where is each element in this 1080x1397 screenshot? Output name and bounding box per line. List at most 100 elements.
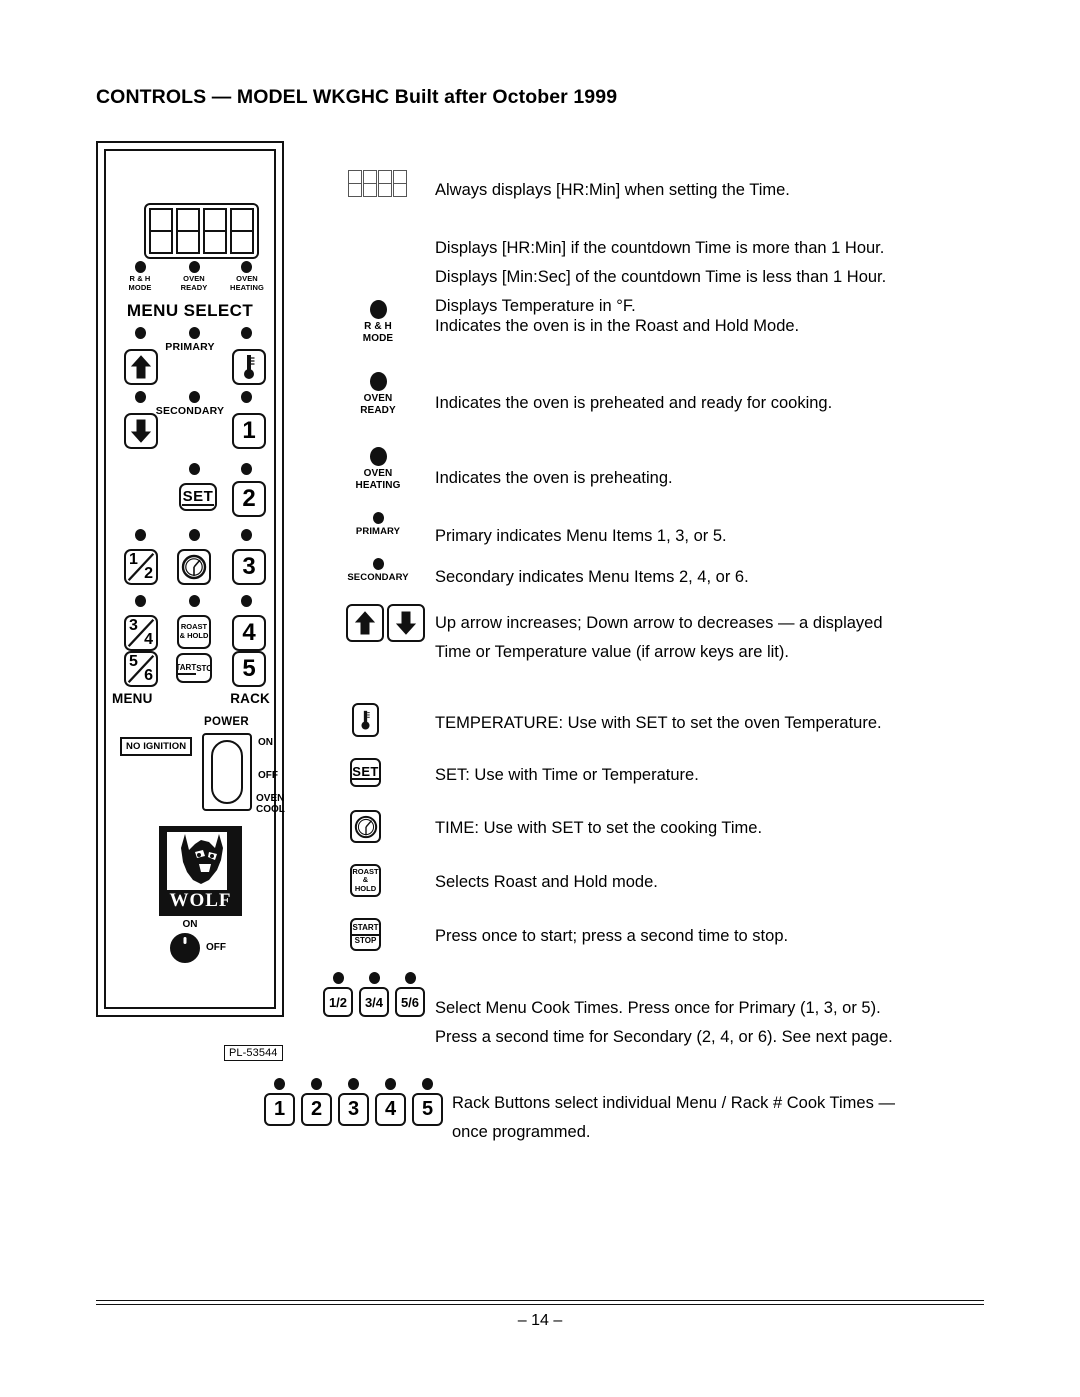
led-secondary [189,391,200,403]
up-arrow-icon [131,355,151,379]
legend-primary-caption: PRIMARY [355,526,401,537]
time-button[interactable] [350,810,381,843]
rack-button-5[interactable]: 5 [412,1093,443,1126]
label-r-h-mode: R & H MODE [128,274,152,292]
legend-oven-heating-text: Indicates the oven is preheating. [435,469,673,487]
part-number-tag: PL-53544 [224,1045,283,1061]
display-digit [203,208,227,254]
led-menu-12 [135,529,146,541]
label-oven-heating: OVEN HEATING [230,274,264,292]
led-temperature [241,327,252,339]
set-button-label: SET [352,764,379,780]
legend-time-text: TIME: Use with SET to set the cooking Ti… [435,819,763,837]
page-title: CONTROLS — MODEL WKGHC Built after Octob… [96,86,618,108]
time-button[interactable] [177,549,211,585]
clock-icon [181,554,207,580]
rack-button-4[interactable]: 4 [232,615,266,651]
thermometer-icon [361,710,370,730]
wolf-logo: WOLF [159,826,242,916]
rack-button-3[interactable]: 3 [338,1093,369,1126]
up-arrow-button[interactable] [124,349,158,385]
led-icon [372,558,384,570]
led-oven-ready [189,261,200,273]
menu-button-1-2[interactable]: 1/2 [323,987,353,1017]
led-icon [311,1078,322,1090]
led-up-arrow [135,327,146,339]
led-icon [368,972,380,984]
led-rack-4 [241,595,252,607]
display-digit [149,208,173,254]
down-arrow-button[interactable] [124,413,158,449]
rack-button-5[interactable]: 5 [232,651,266,687]
down-arrow-icon [396,611,416,635]
roast-hold-button[interactable]: ROAST & HOLD [350,864,381,897]
led-rack-2 [241,463,252,475]
led-icon [369,372,387,391]
page-number: – 14 – [517,1312,563,1329]
power-position-oven-cool: OVEN COOL [256,793,285,815]
led-icon [372,512,384,524]
control-knob[interactable] [170,933,200,963]
led-icon [422,1078,433,1090]
menu-button-5-6-bottom: 6 [144,667,153,684]
clock-icon [354,815,377,838]
menu-button-5-6[interactable]: 5 6 [124,651,158,687]
led-time [189,529,200,541]
led-set [189,463,200,475]
stop-label: STOP [354,935,377,945]
rack-button-2[interactable]: 2 [301,1093,332,1126]
set-button[interactable]: SET [179,483,217,511]
up-arrow-button[interactable] [346,604,384,642]
knob-label-on: ON [182,919,198,930]
menu-button-1-2[interactable]: 1 2 [124,549,158,585]
roast-hold-button[interactable]: ROAST & HOLD [177,615,211,649]
menu-button-5-6-top: 5 [129,653,138,670]
led-rack-1 [241,391,252,403]
legend-set-text: SET: Use with Time or Temperature. [435,766,699,784]
legend-primary-indicator: PRIMARY [346,512,410,538]
rack-button-4[interactable]: 4 [375,1093,406,1126]
temperature-button[interactable] [232,349,266,385]
rack-button-2[interactable]: 2 [232,481,266,517]
legend-rack-buttons-text: Rack Buttons select individual Menu / Ra… [452,1094,895,1141]
menu-button-3-4[interactable]: 3 4 [124,615,158,651]
control-panel-inner-frame: R & H MODE OVEN READY OVEN HEATING MENU … [104,149,285,1009]
menu-button-3-4[interactable]: 3/4 [359,987,389,1017]
label-oven-ready: OVEN READY [180,274,208,292]
control-panel-diagram: R & H MODE OVEN READY OVEN HEATING MENU … [96,141,285,1017]
rack-button-3[interactable]: 3 [232,549,266,585]
wolf-head-icon [181,834,223,884]
legend-oven-ready-caption: OVEN READY [360,393,396,416]
legend-secondary-indicator: SECONDARY [342,558,414,584]
legend-display-icon [348,170,407,197]
start-stop-button[interactable]: START STOP [350,918,381,951]
knob-label-off: OFF [206,942,226,953]
legend-start-stop-text: Press once to start; press a second time… [435,927,789,945]
rack-button-1[interactable]: 1 [264,1093,295,1126]
manual-page: CONTROLS — MODEL WKGHC Built after Octob… [0,0,1080,1397]
start-label: START [352,923,379,936]
led-primary [189,327,200,339]
rack-button-1[interactable]: 1 [232,413,266,449]
wolf-logo-text: WOLF [169,890,232,911]
led-icon [332,972,344,984]
thermometer-icon [244,355,255,379]
menu-button-5-6[interactable]: 5/6 [395,987,425,1017]
display-digit [176,208,200,254]
set-button[interactable]: SET [350,758,381,787]
legend-menu-times-text: Select Menu Cook Times. Press once for P… [435,999,893,1046]
down-arrow-button[interactable] [387,604,425,642]
power-switch[interactable] [202,733,252,811]
power-switch-knob[interactable] [211,740,243,804]
legend-primary-text: Primary indicates Menu Items 1, 3, or 5. [435,527,727,545]
seven-segment-display-icon [348,170,407,197]
led-icon [404,972,416,984]
power-position-off: OFF [258,770,278,781]
temperature-button[interactable] [352,703,379,737]
display-digit [230,208,254,254]
led-down-arrow [135,391,146,403]
led-oven-heating [241,261,252,273]
power-label: POWER [204,716,249,728]
panel-display [144,203,259,259]
start-stop-button[interactable]: START STOP [176,653,212,683]
